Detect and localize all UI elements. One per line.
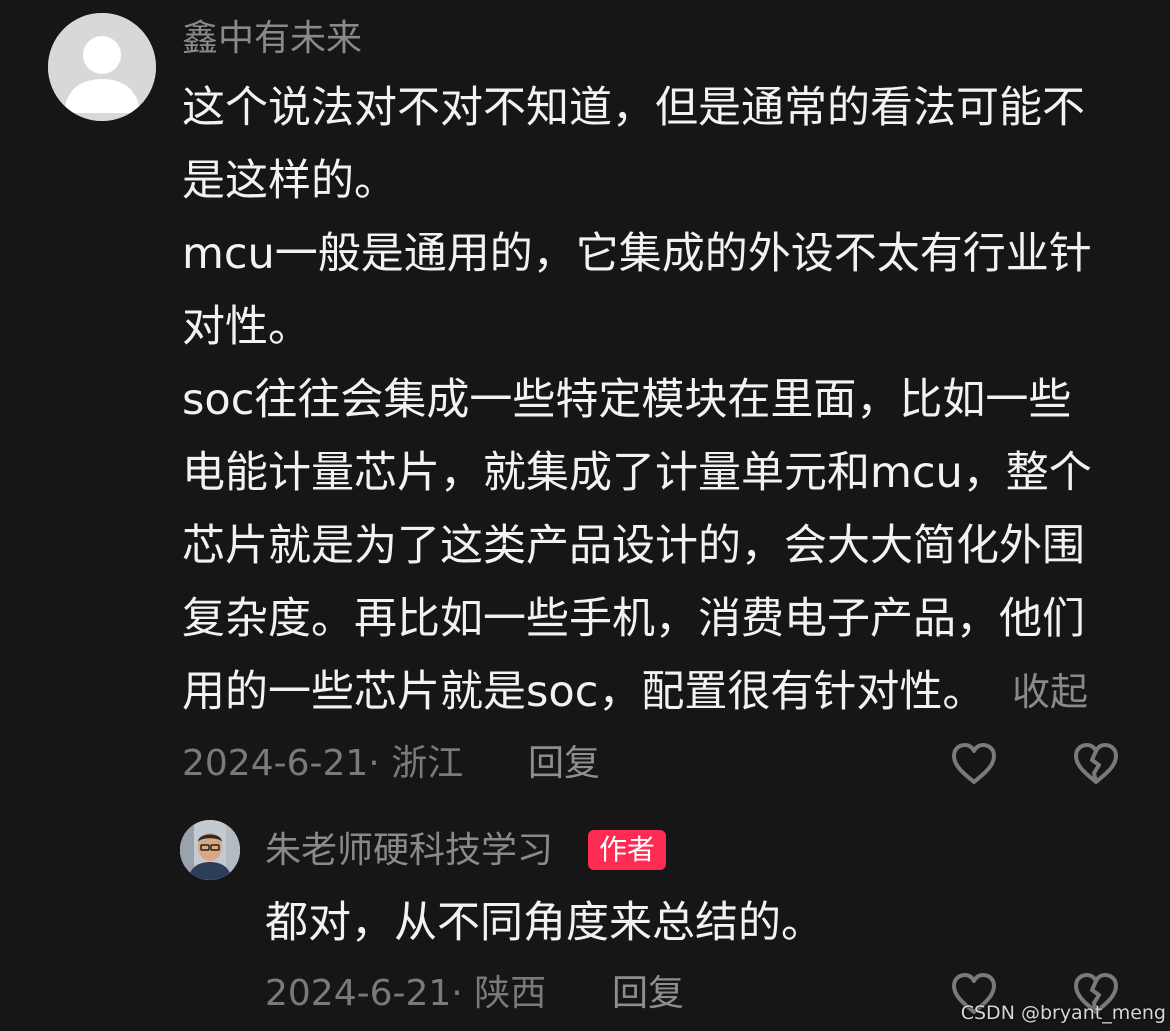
reply-username[interactable]: 朱老师硬科技学习 [265, 826, 553, 876]
user-photo-avatar [180, 820, 240, 880]
reply-text: 都对，从不同角度来总结的。 [265, 898, 824, 948]
broken-heart-icon [1074, 743, 1118, 784]
heart-outline-icon [952, 743, 996, 784]
comment-line: 对性。 [182, 302, 311, 352]
comment-line: 芯片就是为了这类产品设计的，会大大简化外围 [182, 521, 1085, 571]
reply-date-location: 2024-6-21· 陕西 [265, 973, 547, 1014]
comment-line: soc往往会集成一些特定模块在里面，比如一些 [182, 375, 1072, 425]
reply-button[interactable]: 回复 [528, 736, 600, 792]
like-button[interactable] [948, 738, 1000, 790]
comment-text: 这个说法对不对不知道，但是通常的看法可能不 是这样的。 mcu一般是通用的，它集… [182, 72, 1142, 729]
comment-line: 用的一些芯片就是soc，配置很有针对性。 [182, 667, 986, 717]
comment-line: 是这样的。 [182, 156, 397, 206]
default-avatar-icon [48, 13, 156, 121]
comment-line: 复杂度。再比如一些手机，消费电子产品，他们 [182, 594, 1085, 644]
reply-avatar[interactable] [180, 820, 240, 880]
avatar[interactable] [48, 13, 156, 121]
reply-reply-button[interactable]: 回复 [612, 966, 684, 1022]
collapse-button[interactable]: 收起 [1012, 657, 1088, 727]
comment-username[interactable]: 鑫中有未来 [182, 14, 362, 64]
author-badge: 作者 [588, 830, 667, 870]
comment-line: 这个说法对不对不知道，但是通常的看法可能不 [182, 83, 1085, 133]
comment-line: 电能计量芯片，就集成了计量单元和mcu，整个 [182, 448, 1092, 498]
watermark: CSDN @bryant_meng [960, 1002, 1166, 1024]
comment-line: mcu一般是通用的，它集成的外设不太有行业针 [182, 229, 1092, 279]
comment-date-location: 2024-6-21· 浙江 [182, 743, 464, 784]
dislike-button[interactable] [1070, 738, 1122, 790]
